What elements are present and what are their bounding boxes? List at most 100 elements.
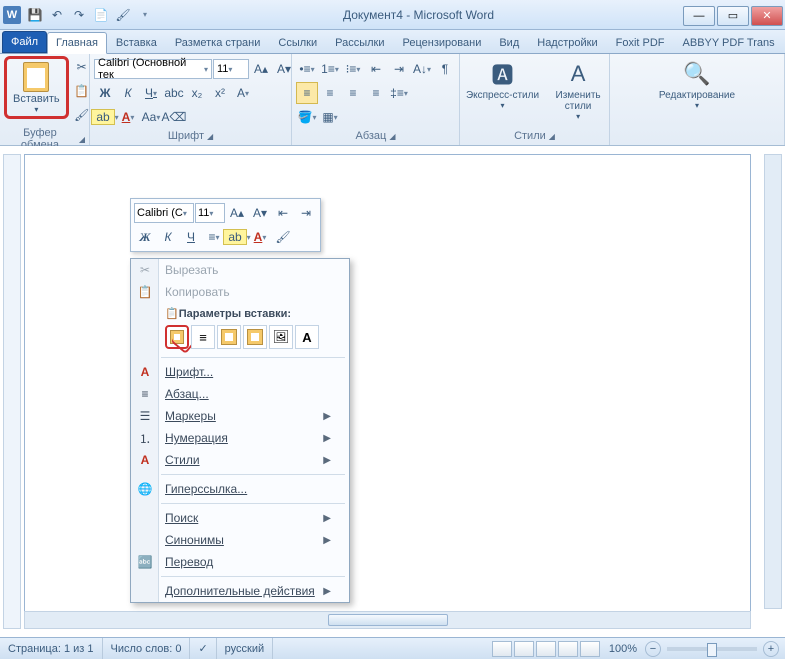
justify-icon[interactable]: ≡: [365, 82, 387, 104]
ctx-bullets[interactable]: ☰Маркеры▶: [131, 405, 349, 427]
paste-opt-icon[interactable]: [217, 325, 241, 349]
mini-align-icon[interactable]: ≡: [203, 226, 225, 248]
subscript-icon[interactable]: x₂: [186, 82, 208, 104]
ctx-additional-actions[interactable]: Дополнительные действия▶: [131, 580, 349, 602]
bold-button[interactable]: Ж: [94, 82, 116, 104]
horizontal-scrollbar[interactable]: [24, 611, 751, 629]
decrease-indent-icon[interactable]: ⇤: [365, 58, 387, 80]
quick-styles-button[interactable]: 🅰 Экспресс-стили▾: [462, 56, 543, 112]
paragraph-launcher-icon[interactable]: ◢: [389, 132, 395, 141]
mini-size-combo[interactable]: 11: [195, 203, 225, 223]
maximize-button[interactable]: ▭: [717, 6, 749, 26]
underline-button[interactable]: Ч: [140, 82, 162, 104]
mini-grow-font-icon[interactable]: A▴: [226, 202, 248, 224]
status-spellcheck[interactable]: ✓: [190, 638, 216, 659]
font-color-icon[interactable]: A: [117, 106, 139, 128]
mini-italic-button[interactable]: К: [157, 226, 179, 248]
mini-dec-indent-icon[interactable]: ⇤: [272, 202, 294, 224]
tab-review[interactable]: Рецензировани: [394, 32, 491, 53]
paste-button[interactable]: Вставить ▾: [4, 56, 69, 119]
italic-button[interactable]: К: [117, 82, 139, 104]
change-styles-button[interactable]: A Изменить стили▾: [549, 56, 607, 123]
change-case-icon[interactable]: Aa: [140, 106, 162, 128]
tab-foxit[interactable]: Foxit PDF: [607, 32, 674, 53]
paste-opt-icon[interactable]: [243, 325, 267, 349]
tab-addins[interactable]: Надстройки: [528, 32, 606, 53]
tab-insert[interactable]: Вставка: [107, 32, 166, 53]
superscript-icon[interactable]: x²: [209, 82, 231, 104]
editing-button[interactable]: 🔍 Редактирование▾: [655, 56, 739, 112]
show-marks-icon[interactable]: ¶: [434, 58, 456, 80]
line-spacing-icon[interactable]: ‡≡: [388, 82, 410, 104]
clipboard-launcher-icon[interactable]: ◢: [79, 135, 85, 144]
paste-keep-source-icon[interactable]: [165, 325, 189, 349]
font-name-combo[interactable]: Calibri (Основной тек: [94, 59, 212, 79]
view-outline-icon[interactable]: [558, 641, 578, 657]
view-draft-icon[interactable]: [580, 641, 600, 657]
save-icon[interactable]: 💾: [26, 6, 44, 24]
mini-inc-indent-icon[interactable]: ⇥: [295, 202, 317, 224]
mini-shrink-font-icon[interactable]: A▾: [249, 202, 271, 224]
multilevel-list-icon[interactable]: ⁝≡: [342, 58, 364, 80]
status-zoom-level[interactable]: 100%: [601, 638, 645, 659]
status-language[interactable]: русский: [217, 638, 273, 659]
mini-highlight-icon[interactable]: ab: [226, 226, 248, 248]
scroll-thumb[interactable]: [328, 614, 448, 626]
font-launcher-icon[interactable]: ◢: [207, 132, 213, 141]
tab-abbyy[interactable]: ABBYY PDF Trans: [674, 32, 784, 53]
ctx-font[interactable]: AШрифт...: [131, 361, 349, 383]
view-full-screen-icon[interactable]: [514, 641, 534, 657]
mini-format-painter-icon[interactable]: 🖌: [272, 226, 294, 248]
borders-icon[interactable]: ▦: [319, 106, 341, 128]
ctx-find[interactable]: Поиск▶: [131, 507, 349, 529]
text-effects-icon[interactable]: A: [232, 82, 254, 104]
vertical-ruler[interactable]: [3, 154, 21, 629]
ctx-styles[interactable]: AСтили▶: [131, 449, 349, 471]
shading-icon[interactable]: 🪣: [296, 106, 318, 128]
view-web-layout-icon[interactable]: [536, 641, 556, 657]
mini-bold-button[interactable]: Ж: [134, 226, 156, 248]
status-page[interactable]: Страница: 1 из 1: [0, 638, 103, 659]
align-right-icon[interactable]: ≡: [342, 82, 364, 104]
ctx-paragraph[interactable]: ≡Абзац...: [131, 383, 349, 405]
paste-merge-icon[interactable]: ≡: [191, 325, 215, 349]
qat-customize-icon[interactable]: [136, 6, 154, 24]
align-center-icon[interactable]: ≡: [319, 82, 341, 104]
paste-text-only-icon[interactable]: A: [295, 325, 319, 349]
strikethrough-icon[interactable]: abc: [163, 82, 185, 104]
zoom-slider[interactable]: [667, 647, 757, 651]
styles-launcher-icon[interactable]: ◢: [549, 132, 555, 141]
tab-home[interactable]: Главная: [47, 32, 107, 54]
qat-button[interactable]: 🖌: [114, 6, 132, 24]
increase-indent-icon[interactable]: ⇥: [388, 58, 410, 80]
font-size-combo[interactable]: 11: [213, 59, 249, 79]
align-left-icon[interactable]: ≡: [296, 82, 318, 104]
sort-icon[interactable]: A↓: [411, 58, 433, 80]
numbering-icon[interactable]: 1≡: [319, 58, 341, 80]
ctx-synonyms[interactable]: Синонимы▶: [131, 529, 349, 551]
vertical-scrollbar[interactable]: [764, 154, 782, 609]
zoom-in-button[interactable]: +: [763, 641, 779, 657]
ctx-translate[interactable]: 🔤Перевод: [131, 551, 349, 573]
undo-icon[interactable]: ↶: [48, 6, 66, 24]
mini-font-combo[interactable]: Calibri (С: [134, 203, 194, 223]
tab-page-layout[interactable]: Разметка страни: [166, 32, 270, 53]
view-print-layout-icon[interactable]: [492, 641, 512, 657]
mini-font-color-icon[interactable]: A: [249, 226, 271, 248]
paste-picture-icon[interactable]: 🖼: [269, 325, 293, 349]
close-button[interactable]: ✕: [751, 6, 783, 26]
grow-font-icon[interactable]: A▴: [250, 58, 272, 80]
bullets-icon[interactable]: •≡: [296, 58, 318, 80]
tab-view[interactable]: Вид: [490, 32, 528, 53]
tab-file[interactable]: Файл: [2, 31, 47, 53]
tab-mailings[interactable]: Рассылки: [326, 32, 393, 53]
minimize-button[interactable]: —: [683, 6, 715, 26]
ctx-numbering[interactable]: ⒈Нумерация▶: [131, 427, 349, 449]
status-word-count[interactable]: Число слов: 0: [103, 638, 191, 659]
mini-underline-button[interactable]: Ч: [180, 226, 202, 248]
clear-formatting-icon[interactable]: A⌫: [163, 106, 185, 128]
tab-references[interactable]: Ссылки: [269, 32, 326, 53]
highlight-color-icon[interactable]: ab: [94, 106, 116, 128]
qat-button[interactable]: 📄: [92, 6, 110, 24]
redo-icon[interactable]: ↷: [70, 6, 88, 24]
